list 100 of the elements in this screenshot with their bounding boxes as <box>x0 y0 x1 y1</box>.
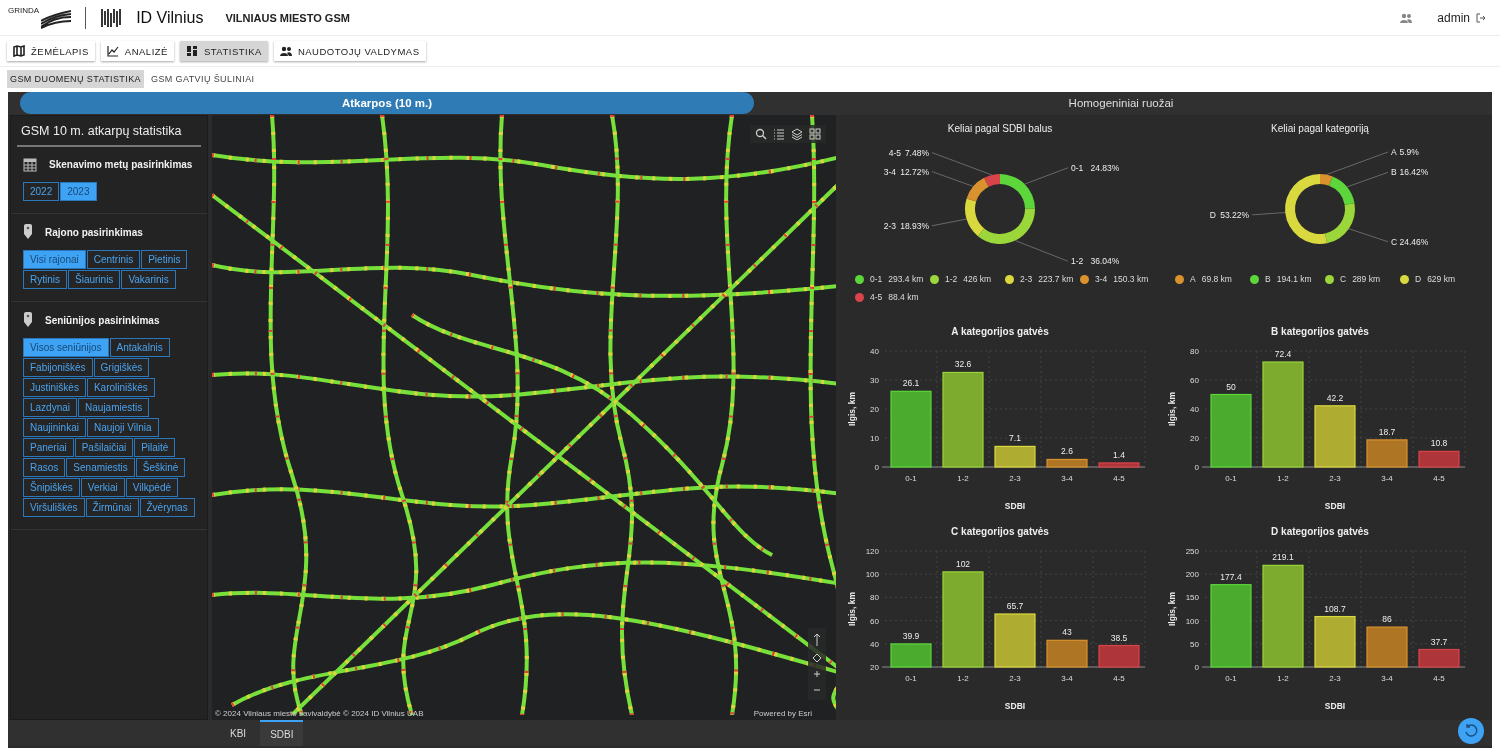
bar-value-label: 108.7 <box>1324 603 1346 614</box>
filter-option[interactable]: Grigiškės <box>93 358 150 377</box>
legend-list-icon[interactable] <box>773 128 785 140</box>
sub-tab[interactable]: GSM GATVIŲ ŠULINIAI <box>148 70 258 88</box>
nav-button[interactable]: NAUDOTOJŲ VALDYMAS <box>273 41 426 61</box>
filter-option[interactable]: Žirmūnai <box>85 498 139 517</box>
filter-option[interactable]: Centrinis <box>86 250 141 269</box>
view-tab[interactable]: Homogeniniai ruožai <box>754 92 1488 114</box>
brand-name: ID Vilnius <box>136 8 204 27</box>
search-icon[interactable] <box>755 128 767 140</box>
y-axis-title: Ilgis, km <box>847 392 857 426</box>
x-tick-label: 4-5 <box>1113 674 1125 683</box>
filter-option[interactable]: Rytinis <box>23 270 67 289</box>
users-icon[interactable] <box>1399 11 1414 24</box>
filter-option[interactable]: Žvėrynas <box>139 498 195 517</box>
filter-option[interactable]: Paneriai <box>23 438 74 457</box>
bar <box>1314 405 1356 468</box>
bottom-tab[interactable]: KBI <box>220 720 257 746</box>
bar-value-label: 7.1 <box>1009 433 1021 444</box>
bar-value-label: 65.7 <box>1006 601 1024 611</box>
legend-value: 223.7 km <box>1038 274 1074 284</box>
y-tick-label: 120 <box>865 547 879 556</box>
legend-label: B <box>1265 274 1271 284</box>
filter-option[interactable]: Pašilaičiai <box>74 438 134 457</box>
filter-option[interactable]: Vakarinis <box>121 270 176 289</box>
filter-option[interactable]: Visos seniūnijos <box>23 338 109 357</box>
filter-option[interactable]: Naujamiestis <box>78 398 150 417</box>
filter-option[interactable]: Naujininkai <box>23 418 86 437</box>
layers-icon[interactable] <box>791 128 803 140</box>
filter-option[interactable]: Karoliniškės <box>86 378 155 397</box>
filter-option[interactable]: Šeškinė <box>135 458 186 477</box>
filter-option[interactable]: Antakalnis <box>109 338 170 357</box>
filter-option[interactable]: Visi rajonai <box>23 250 86 269</box>
compass-icon[interactable] <box>812 633 822 647</box>
filter-option[interactable]: Šnipiškės <box>23 478 80 497</box>
filter-option[interactable]: Pietinis <box>141 250 188 269</box>
bar-value-label: 177.4 <box>1220 571 1242 582</box>
legend-label: 3-4 <box>1095 274 1108 284</box>
filter-option[interactable]: Senamiestis <box>66 458 135 477</box>
y-tick-label: 0 <box>1194 663 1199 672</box>
sub-tab[interactable]: GSM DUOMENŲ STATISTIKA <box>7 70 144 88</box>
filter-option[interactable]: Fabijoniškės <box>23 358 93 377</box>
legend-value: 194.1 km <box>1276 274 1312 284</box>
map-icon <box>13 45 25 57</box>
bar-value-label: 32.6 <box>954 359 972 370</box>
y-tick-label: 60 <box>1190 376 1199 385</box>
filter-option[interactable]: Šiaurinis <box>68 270 121 289</box>
map-attribution: © 2024 Vilniaus miesto savivaldybė © 2024 ID Vilnius UAB <box>215 709 424 718</box>
map-pin-icon <box>23 312 33 328</box>
nav-button[interactable]: ANALIZĖ <box>100 41 174 61</box>
filter-option[interactable]: Verkiai <box>80 478 125 497</box>
x-tick-label: 1-2 <box>957 474 969 483</box>
zoom-in-icon[interactable] <box>812 669 822 679</box>
slice-category: 4-5 <box>888 147 901 158</box>
bar-value-label: 26.1 <box>902 378 920 389</box>
filter-option[interactable]: Viršuliškės <box>23 498 85 517</box>
slice-percent: 7.48% <box>904 147 929 158</box>
leader-line <box>1251 212 1286 216</box>
nav-button[interactable]: STATISTIKA <box>179 41 268 61</box>
x-axis-title: SDBI <box>1004 701 1026 711</box>
bar-value-label: 102 <box>955 558 971 569</box>
bar <box>1046 458 1088 468</box>
y-tick-label: 200 <box>1185 570 1199 580</box>
chart-title: Keliai pagal SDBI balus <box>947 123 1053 134</box>
view-tab[interactable]: Atkarpos (10 m.) <box>20 92 754 114</box>
slice-percent: 24.83% <box>1090 162 1120 173</box>
x-tick-label: 0-1 <box>905 474 917 483</box>
chart-title: D kategorijos gatvės <box>1271 526 1369 537</box>
bar <box>1046 639 1088 668</box>
bar-value-label: 38.5 <box>1110 632 1128 643</box>
y-axis-title: Ilgis, km <box>847 592 857 626</box>
bar-value-label: 72.4 <box>1274 349 1292 359</box>
slice-percent: 5.9% <box>1399 147 1419 157</box>
filter-option[interactable]: Naujoji Vilnia <box>86 418 159 437</box>
x-tick-label: 1-2 <box>1277 674 1289 683</box>
chart-title: C kategorijos gatvės <box>951 526 1049 537</box>
x-axis-title: SDBI <box>1324 701 1346 711</box>
bar-value-label: 2.6 <box>1061 446 1073 457</box>
map-view[interactable]: © 2024 Vilniaus miesto savivaldybė © 2024 ID Vilnius UAB Powered by Esri <box>212 115 836 720</box>
bottom-tab[interactable]: SDBI <box>260 720 304 746</box>
slice-percent: 16.42% <box>1399 167 1429 178</box>
filter-option[interactable]: Vilkpėdė <box>125 478 178 497</box>
x-tick-label: 3-4 <box>1381 474 1393 483</box>
bar <box>1418 648 1460 668</box>
line-chart-icon <box>106 45 119 57</box>
user-name[interactable]: admin <box>1437 10 1470 25</box>
slice-category: A <box>1391 147 1397 157</box>
filter-option[interactable]: 2022 <box>23 182 60 201</box>
logout-icon[interactable] <box>1476 12 1486 23</box>
filter-option[interactable]: Justiniškės <box>23 378 86 397</box>
filter-option[interactable]: Rasos <box>23 458 66 477</box>
grid-icon[interactable] <box>809 128 821 140</box>
y-axis-title: Ilgis, km <box>1167 392 1177 426</box>
filter-option[interactable]: Lazdynai <box>23 398 78 417</box>
filter-option[interactable]: Pilaitė <box>134 438 176 457</box>
filter-option[interactable]: 2023 <box>60 182 97 201</box>
y-tick-label: 100 <box>865 570 879 580</box>
nav-button[interactable]: ŽEMĖLAPIS <box>7 41 95 61</box>
map-pin-icon <box>23 224 33 240</box>
bar <box>1366 626 1408 668</box>
